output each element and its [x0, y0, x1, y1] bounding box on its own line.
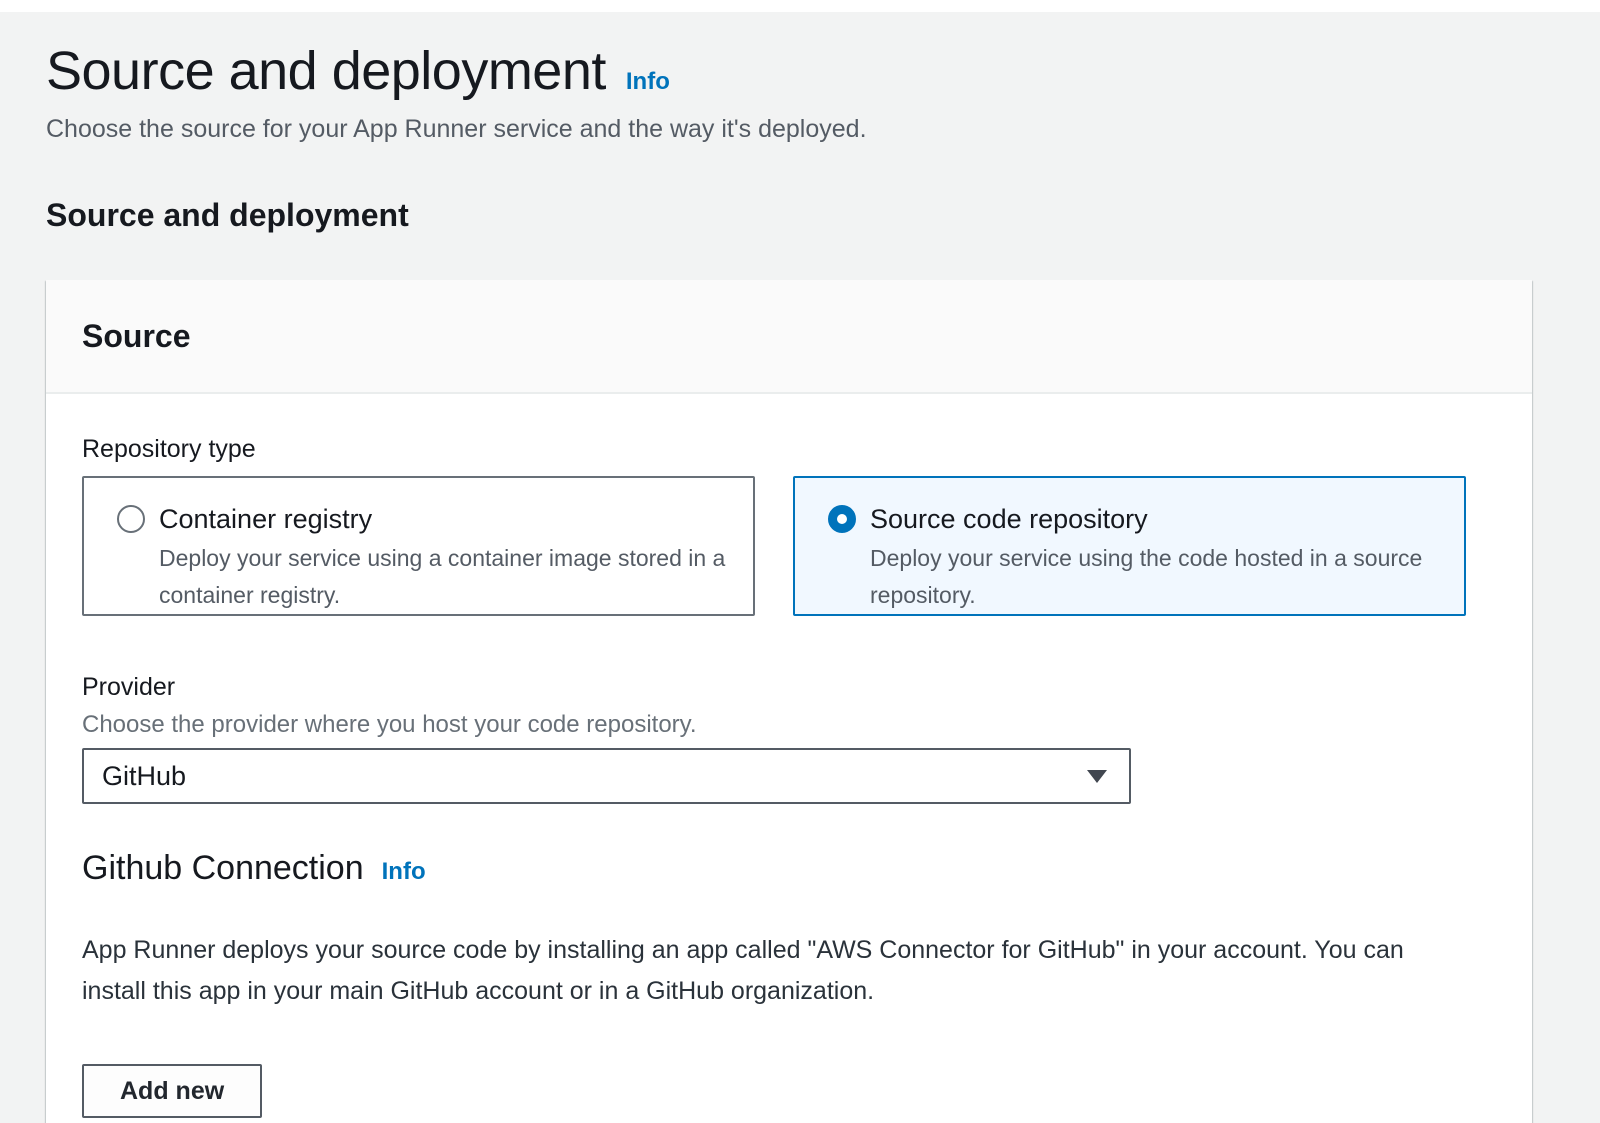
- main-content: Source and deployment Info Choose the so…: [46, 38, 1532, 1123]
- github-connection-description: App Runner deploys your source code by i…: [82, 930, 1496, 1012]
- add-new-button[interactable]: Add new: [82, 1064, 262, 1118]
- radio-card-description: Deploy your service using a container im…: [159, 540, 723, 614]
- repository-type-options: Container registry Deploy your service u…: [82, 476, 1496, 616]
- top-strip: [0, 0, 1600, 12]
- radio-line: Source code repository: [828, 502, 1434, 536]
- github-connection-heading: Github Connection: [82, 846, 364, 890]
- radio-card-description: Deploy your service using the code hoste…: [870, 540, 1434, 614]
- provider-selected-value: GitHub: [102, 761, 186, 792]
- page-header: Source and deployment Info: [46, 38, 1532, 104]
- repository-type-label: Repository type: [82, 434, 1496, 464]
- provider-field: Provider Choose the provider where you h…: [82, 672, 1496, 804]
- source-card-body: Repository type Container registry Deplo…: [46, 394, 1532, 1123]
- radio-line: Container registry: [117, 502, 723, 536]
- page-title: Source and deployment: [46, 38, 606, 104]
- source-card: Source Repository type Container registr…: [46, 280, 1532, 1123]
- radio-selected-icon[interactable]: [828, 505, 856, 533]
- github-connection-info-link[interactable]: Info: [382, 858, 426, 886]
- section-heading: Source and deployment: [46, 196, 1532, 234]
- page-title-info-link[interactable]: Info: [626, 68, 670, 96]
- radio-card-container-registry[interactable]: Container registry Deploy your service u…: [82, 476, 755, 616]
- radio-card-label: Source code repository: [870, 502, 1148, 536]
- provider-label: Provider: [82, 672, 1496, 702]
- radio-card-source-code-repository[interactable]: Source code repository Deploy your servi…: [793, 476, 1466, 616]
- radio-card-label: Container registry: [159, 502, 372, 536]
- radio-unselected-icon[interactable]: [117, 505, 145, 533]
- provider-select[interactable]: GitHub: [82, 748, 1131, 804]
- source-card-header: Source: [46, 280, 1532, 394]
- source-card-title: Source: [82, 316, 1496, 356]
- provider-description: Choose the provider where you host your …: [82, 710, 1496, 740]
- caret-down-icon: [1087, 770, 1107, 783]
- page-subtitle: Choose the source for your App Runner se…: [46, 114, 1532, 144]
- github-connection-header: Github Connection Info: [82, 846, 1496, 890]
